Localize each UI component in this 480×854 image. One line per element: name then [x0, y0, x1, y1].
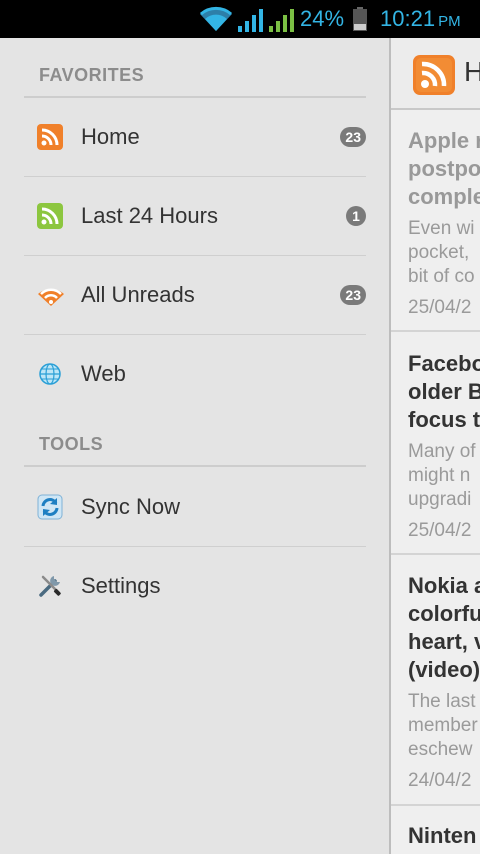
article-item[interactable]: Facebo older B focus t Many of might n u…	[408, 350, 480, 542]
article-title-line: Ninten	[408, 823, 477, 848]
article-title-line: heart, v	[408, 629, 480, 654]
article-snippet-line: might n	[408, 465, 471, 486]
article-snippet: The last member eschew	[408, 690, 480, 762]
status-bar: 24% 10:21 PM	[0, 0, 480, 38]
unread-feed-icon	[38, 288, 64, 306]
nav-label: Sync Now	[81, 494, 181, 519]
globe-icon	[39, 363, 61, 385]
article-snippet-line: Even wi	[408, 218, 475, 239]
battery-percent: 24%	[300, 6, 345, 31]
article-snippet-line: bit of co	[408, 266, 475, 287]
navigation-drawer: FAVORITES Home 23 Last 24 Hours 1 All Un…	[0, 38, 389, 854]
clock-time: 10:21	[380, 6, 436, 31]
article-title: Apple r postpo comple	[408, 127, 480, 211]
battery-icon	[353, 7, 367, 31]
rss-green-icon	[37, 203, 63, 229]
divider	[391, 330, 480, 332]
article-title-line: focus t	[408, 407, 480, 432]
divider	[391, 804, 480, 806]
article-item[interactable]: Ninten	[408, 822, 480, 850]
nav-item-settings[interactable]: Settings	[24, 547, 366, 625]
signal-icon-2	[269, 9, 294, 32]
favorites-header: FAVORITES	[39, 65, 145, 85]
sync-icon	[37, 494, 63, 520]
nav-label: Home	[81, 124, 140, 149]
nav-label: Settings	[81, 573, 161, 598]
article-title: Facebo older B focus t	[408, 350, 480, 434]
nav-label: Last 24 Hours	[81, 203, 218, 228]
article-snippet-line: member	[408, 715, 478, 736]
article-snippet-line: The last	[408, 691, 476, 712]
nav-item-home[interactable]: Home 23	[24, 98, 366, 176]
nav-label: All Unreads	[81, 282, 195, 307]
wifi-icon	[200, 7, 232, 31]
rss-app-icon[interactable]	[413, 55, 455, 95]
article-title-line: Facebo	[408, 351, 480, 376]
article-title: Nokia a colorfu heart, v (video)	[408, 572, 480, 684]
article-title-line: comple	[408, 184, 480, 209]
clock-ampm: PM	[438, 13, 461, 30]
content-title: H	[464, 56, 480, 88]
article-item[interactable]: Apple r postpo comple Even wi pocket, bi…	[408, 127, 480, 319]
settings-tools-icon	[39, 575, 61, 597]
article-title-line: colorfu	[408, 601, 480, 626]
article-snippet: Many of might n upgradi	[408, 440, 480, 512]
article-date: 25/04/2	[408, 297, 472, 318]
signal-icon-1	[238, 9, 263, 32]
unread-count-badge: 1	[346, 206, 366, 226]
article-date: 25/04/2	[408, 520, 472, 541]
article-snippet-line: pocket,	[408, 242, 470, 263]
article-title-line: Apple r	[408, 128, 480, 153]
tools-header: TOOLS	[39, 434, 104, 454]
unread-count-badge: 23	[340, 285, 366, 305]
divider	[24, 465, 366, 467]
clock: 10:21 PM	[380, 6, 461, 32]
nav-item-all-unreads[interactable]: All Unreads 23	[24, 256, 366, 334]
article-title-line: (video)	[408, 657, 480, 682]
article-title: Ninten	[408, 822, 480, 850]
unread-count-badge: 23	[340, 127, 366, 147]
article-item[interactable]: Nokia a colorfu heart, v (video) The las…	[408, 572, 480, 792]
nav-label: Web	[81, 361, 126, 386]
article-snippet-line: upgradi	[408, 489, 472, 510]
article-list-pane[interactable]: H Apple r postpo comple Even wi pocket, …	[389, 38, 480, 854]
article-title-line: older B	[408, 379, 480, 404]
article-title-line: Nokia a	[408, 573, 480, 598]
content-header: H	[391, 38, 480, 110]
article-date: 24/04/2	[408, 770, 472, 791]
article-snippet-line: Many of	[408, 441, 476, 462]
article-title-line: postpo	[408, 156, 480, 181]
nav-item-last-24-hours[interactable]: Last 24 Hours 1	[24, 177, 366, 255]
divider	[391, 553, 480, 555]
article-snippet-line: eschew	[408, 739, 473, 760]
rss-orange-icon	[37, 124, 63, 150]
nav-item-web[interactable]: Web	[24, 335, 366, 413]
nav-item-sync-now[interactable]: Sync Now	[24, 468, 366, 546]
article-snippet: Even wi pocket, bit of co	[408, 217, 480, 289]
